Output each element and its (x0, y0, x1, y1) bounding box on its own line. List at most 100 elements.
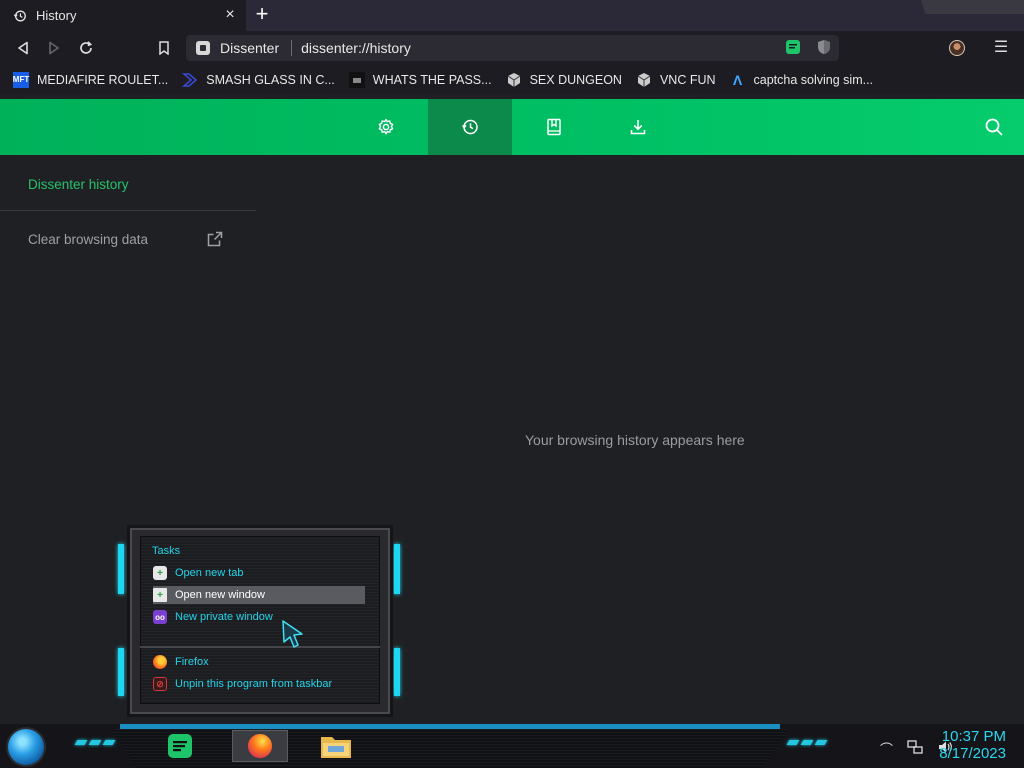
sidebar-title[interactable]: Dissenter history (0, 155, 256, 211)
history-icon (13, 10, 26, 21)
window-controls[interactable] (920, 0, 1024, 14)
jumplist-firefox[interactable]: Firefox (153, 653, 365, 671)
taskbar-firefox-button[interactable] (232, 730, 288, 762)
mouse-cursor-icon (282, 620, 303, 648)
jumplist-cyan-accent (394, 544, 400, 594)
external-link-icon (207, 231, 223, 247)
taskbar (0, 724, 1024, 768)
address-separator (291, 40, 293, 56)
bookmark-outline-icon (159, 41, 169, 55)
forward-icon (49, 41, 59, 55)
clock-date: 8/17/2023 (939, 745, 1006, 762)
jumplist-tasks-heading: Tasks (152, 545, 181, 557)
search-icon[interactable] (984, 117, 1004, 137)
dark-site-icon (348, 71, 365, 88)
bookmark-label: SMASH GLASS IN C... (206, 72, 335, 87)
tab-settings[interactable] (344, 99, 428, 155)
address-bar-actions (785, 39, 831, 55)
close-tab-icon[interactable]: × (222, 7, 238, 23)
jumplist-divider (140, 646, 380, 648)
dissenter-comment-icon[interactable] (785, 39, 801, 55)
bookmark-captcha[interactable]: Λ captcha solving sim... (730, 71, 874, 88)
jumplist-new-private-window[interactable]: oo New private window (153, 608, 365, 626)
history-sidebar: Dissenter history Clear browsing data (0, 155, 256, 247)
history-icon (461, 119, 478, 135)
firefox-icon (153, 655, 167, 669)
bookmark-whats-the-pass[interactable]: WHATS THE PASS... (348, 71, 492, 88)
private-window-icon: oo (153, 610, 167, 624)
tab-strip: History × + (0, 0, 1024, 31)
tab-history[interactable]: History × (0, 0, 246, 31)
bookmark-label: MEDIAFIRE ROULET... (37, 72, 169, 87)
jumplist-item-label: Firefox (175, 656, 209, 668)
reload-icon (80, 41, 93, 54)
site-chip[interactable]: Dissenter (186, 40, 279, 56)
network-icon[interactable] (907, 739, 923, 755)
clear-browsing-data-label: Clear browsing data (28, 231, 149, 247)
chevron-brand-icon (182, 72, 198, 87)
back-icon (18, 41, 28, 55)
browser-toolbar: Dissenter dissenter://history ☰ (0, 31, 1024, 65)
download-icon (630, 120, 646, 135)
start-button[interactable] (8, 729, 44, 765)
jumplist-item-label: Open new window (175, 589, 265, 601)
unpin-icon: ⊘ (153, 677, 167, 691)
empty-history-message: Your browsing history appears here (525, 432, 745, 448)
taskbar-dissenter-button[interactable] (152, 730, 208, 762)
firefox-icon (248, 734, 272, 758)
jumplist-cyan-accent (118, 544, 124, 594)
new-tab-icon: + (153, 566, 167, 580)
tab-downloads[interactable] (596, 99, 680, 155)
menu-icon[interactable]: ☰ (992, 39, 1010, 57)
profile-avatar[interactable] (949, 40, 965, 56)
lambda-icon: Λ (732, 71, 743, 88)
taskbar-clock[interactable]: 10:37 PM 8/17/2023 (939, 728, 1006, 762)
tab-bookmarks[interactable] (512, 99, 596, 155)
forward-button[interactable] (44, 38, 64, 58)
taskbar-file-explorer-button[interactable] (308, 730, 364, 762)
dissenter-logo-icon (196, 41, 210, 55)
bookmark-label: SEX DUNGEON (529, 72, 622, 87)
cube-icon (637, 72, 651, 87)
dissenter-app-icon (168, 734, 192, 758)
back-button[interactable] (13, 38, 33, 58)
show-hidden-icons[interactable]: ⌒ (880, 739, 893, 758)
jumplist-item-label: Unpin this program from taskbar (175, 678, 333, 690)
bookmark-sex-dungeon[interactable]: SEX DUNGEON (506, 72, 622, 88)
tab-title: History (36, 8, 77, 23)
bookmark-vnc-fun[interactable]: VNC FUN (636, 72, 716, 88)
folder-icon (321, 737, 351, 758)
shield-icon[interactable] (817, 39, 831, 55)
gear-icon (378, 118, 394, 135)
site-chip-label: Dissenter (220, 40, 280, 56)
jumplist-cyan-accent (118, 648, 124, 696)
mediafire-icon: MFT (13, 71, 29, 88)
bookmark-smash-glass[interactable]: SMASH GLASS IN C... (182, 72, 335, 88)
address-bar[interactable]: Dissenter dissenter://history (186, 35, 839, 61)
bookmark-mediafire[interactable]: MFT MEDIAFIRE ROULET... (13, 71, 169, 88)
url-text[interactable]: dissenter://history (301, 40, 411, 56)
reload-button[interactable] (76, 38, 96, 58)
tab-history[interactable] (428, 99, 512, 155)
jumplist-open-new-tab[interactable]: + Open new tab (153, 564, 365, 582)
bookmark-icon (547, 118, 561, 136)
taskbar-decoration (786, 740, 828, 745)
taskbar-accent-strip (120, 724, 780, 729)
taskbar-decoration (74, 740, 116, 745)
bookmark-label: WHATS THE PASS... (372, 72, 492, 87)
cube-icon (507, 72, 520, 87)
jumplist-cyan-accent (394, 648, 400, 696)
bookmark-label: VNC FUN (659, 72, 716, 87)
jumplist-item-label: New private window (175, 611, 273, 623)
page-header (0, 99, 1024, 155)
jumplist-item-label: Open new tab (175, 567, 244, 579)
bookmark-label: captcha solving sim... (753, 72, 874, 87)
bookmark-page-button[interactable] (154, 38, 174, 58)
bookmarks-bar: MFT MEDIAFIRE ROULET... SMASH GLASS IN C… (0, 65, 1024, 94)
clock-time: 10:37 PM (941, 728, 1006, 745)
clear-browsing-data-link[interactable]: Clear browsing data (0, 231, 256, 247)
jumplist-open-new-window[interactable]: + Open new window (153, 586, 365, 604)
jumplist-unpin[interactable]: ⊘ Unpin this program from taskbar (153, 675, 365, 693)
new-tab-button[interactable]: + (251, 3, 273, 26)
new-window-icon: + (153, 588, 167, 602)
